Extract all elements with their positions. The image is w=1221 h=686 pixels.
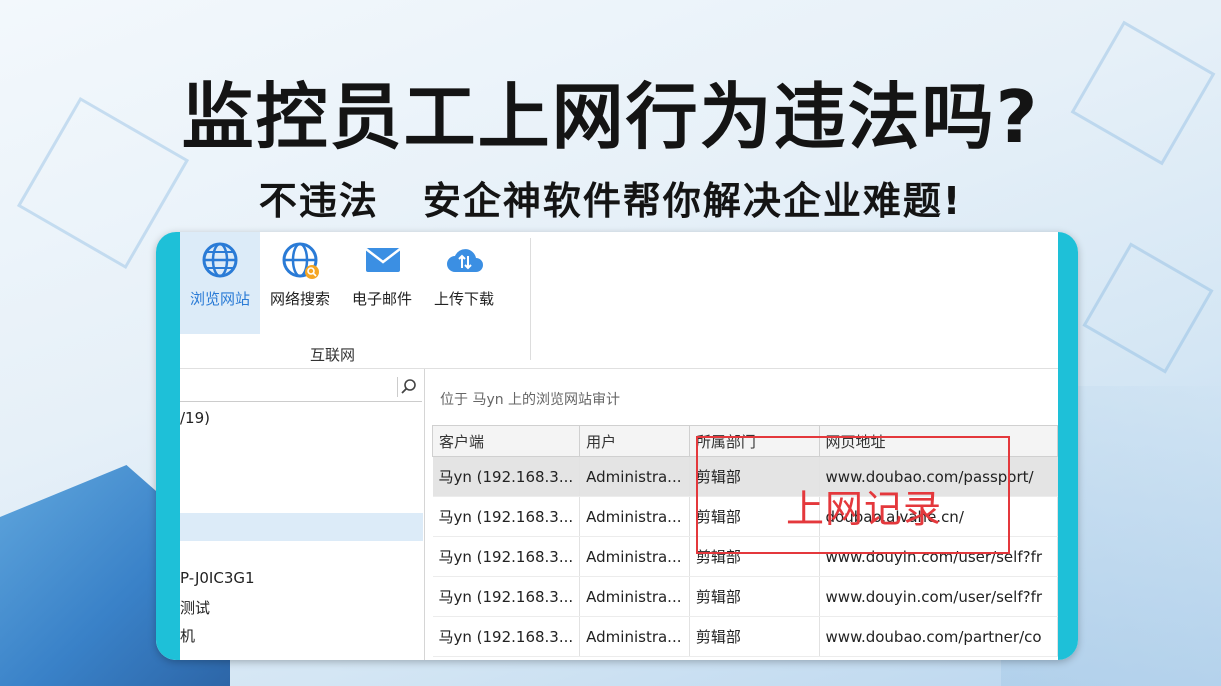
cell-client: 马yn (192.168.3... [432,576,581,617]
ribbon-button-label: 电子邮件 [351,290,412,308]
ribbon-button-email[interactable]: 电子邮件 [342,232,422,334]
cell-client: 马yn (192.168.3... [432,616,581,657]
cell-user: Administra... [579,496,690,537]
cell-user: Administra... [579,536,690,577]
ribbon-button-label: 网络搜索 [269,290,330,308]
globe-icon [202,242,238,278]
cell-department: 剪辑部 [689,576,820,617]
column-header-user[interactable]: 用户 [579,425,690,457]
table-row[interactable]: 马yn (192.168.3... Administra... 剪辑部 www.… [432,616,1059,657]
tree-item[interactable]: /19) [180,409,210,427]
ribbon-toolbar: 浏览网站 网络搜索 电子邮件 上传下载 互联网 [180,232,1058,369]
ribbon-button-browse-websites[interactable]: 浏览网站 [180,232,260,334]
highlight-annotation: 上网记录 [786,487,943,531]
tree-item[interactable]: 测试 [180,597,210,618]
table-row[interactable]: 马yn (192.168.3... Administra... 剪辑部 www.… [432,576,1059,617]
cell-user: Administra... [579,456,690,497]
breadcrumb: 位于 马yn 上的浏览网站审计 [440,392,621,408]
ribbon-button-label: 上传下载 [433,290,494,308]
search-icon[interactable] [397,377,418,397]
tree-item[interactable]: P-J0IC3G1 [180,569,255,587]
ribbon-button-upload-download[interactable]: 上传下载 [424,232,504,334]
left-tree-panel: /19) P-J0IC3G1 测试 机 [180,369,425,660]
column-header-client[interactable]: 客户端 [431,425,581,457]
tree-item[interactable]: 机 [180,625,195,646]
headline: 监控员工上网行为违法吗? [181,75,1040,159]
ribbon-group-label: 互联网 [310,346,356,364]
ribbon-button-web-search[interactable]: 网络搜索 [260,232,340,334]
cloud-transfer-icon [447,249,483,272]
globe-search-icon [282,242,319,279]
cell-url: www.douyin.com/user/self?fr [819,576,1059,617]
subheadline-part: 安企神软件帮你解决企业难题! [422,179,963,223]
cell-client: 马yn (192.168.3... [432,496,581,537]
cell-client: 马yn (192.168.3... [432,536,581,577]
tree-item-selected[interactable] [180,513,423,541]
cell-user: Administra... [579,576,690,617]
mail-icon [365,248,401,272]
cell-url: www.doubao.com/partner/co [819,616,1059,657]
tree-search-input[interactable] [180,373,422,402]
cell-user: Administra... [579,616,690,657]
ribbon-button-label: 浏览网站 [189,290,250,308]
subheadline: 不违法 安企神软件帮你解决企业难题! [0,170,1221,225]
subheadline-part: 不违法 [258,179,379,223]
background-hexagon [1082,242,1214,374]
cell-department: 剪辑部 [689,616,820,657]
ribbon-group-divider [530,238,531,360]
cell-client: 马yn (192.168.3... [432,456,581,497]
